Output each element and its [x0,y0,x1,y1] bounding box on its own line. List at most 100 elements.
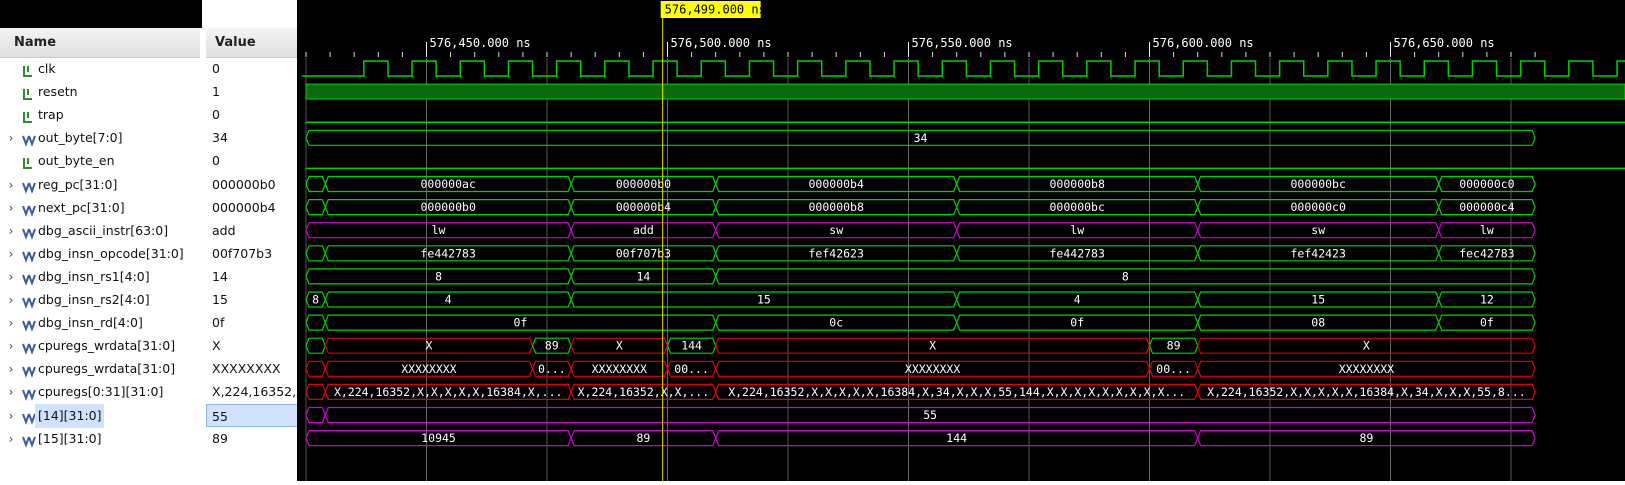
expand-chevron-icon[interactable]: › [6,404,16,428]
bus-value-label: 89 [1359,431,1373,445]
signal-row[interactable]: › dbg_insn_rs2[4:0] [0,288,200,312]
bus-value-label: X,224,16352,X,X,X,X,X,16384,X,34,X,X,X,5… [728,385,1185,399]
bit-signal-icon [22,62,34,77]
bus-value-label: 89 [636,431,650,445]
bus-value-label: X [929,339,936,353]
signal-row[interactable]: › cpuregs_wrdata[31:0] [0,357,200,381]
value-row[interactable]: 0 [206,149,301,173]
signal-row[interactable]: out_byte_en [0,149,200,173]
bus-value-label: 000000b8 [1050,177,1105,191]
bus-value-label: 4 [1074,293,1081,307]
expand-chevron-icon[interactable]: › [6,265,16,289]
wave-row-8: fe442783 00f707b3 fef42623 fe442783 fef42423… [305,245,1536,262]
wave-row-7: lw add sw lw sw lw [305,222,1536,239]
bus-value-label: 15 [1311,293,1325,307]
signal-value: 0f [212,315,225,331]
signal-value: XXXXXXXX [212,361,281,377]
name-column-header[interactable]: Name [0,28,200,58]
expand-chevron-icon[interactable]: › [6,288,16,312]
value-row[interactable]: 34 [206,126,301,150]
clock-waveform [302,60,1625,77]
waveform-panel[interactable]: 576,450.000 ns 576,500.000 ns 576,550.000 … [302,0,1625,481]
signal-row[interactable]: › [14][31:0] [0,403,200,428]
signal-value: 000000b0 [212,176,276,192]
ruler-label: 576,500.000 ns [671,36,772,50]
signal-name: out_byte_en [38,153,115,169]
bus-value-label: sw [1311,223,1325,237]
expand-chevron-icon[interactable]: › [6,427,16,451]
expand-chevron-icon[interactable]: › [6,334,16,358]
bus-value-label: X,224,16352,X,X,X,X,X,16384,X,... [334,385,562,399]
value-row[interactable]: 000000b0 [206,173,301,197]
signal-row[interactable]: › dbg_insn_opcode[31:0] [0,242,200,266]
bus-value-label: XXXXXXXX [592,362,647,376]
wave-row-11: 0f 0c 0f 08 0f [305,314,1536,331]
value-row[interactable]: 0f [206,311,301,335]
bus-value-label: 000000b4 [809,177,864,191]
signal-name: clk [38,61,56,76]
value-column-header[interactable]: Value [206,28,303,58]
value-row[interactable]: 89 [206,427,301,451]
signal-name: resetn [38,84,78,100]
signal-value: 1 [212,84,220,100]
ruler-label: 576,450.000 ns [430,36,531,50]
signal-row[interactable]: › reg_pc[31:0] [0,173,200,197]
expand-chevron-icon[interactable]: › [6,196,16,220]
bus-signal-icon [22,362,36,379]
signal-row[interactable]: resetn [0,80,200,104]
expand-chevron-icon[interactable]: › [6,219,16,243]
signal-row[interactable]: clk [0,57,200,81]
expand-chevron-icon[interactable]: › [6,126,16,150]
value-row[interactable]: 55 [206,403,301,428]
value-row[interactable]: X [206,334,301,358]
expand-chevron-icon[interactable]: › [6,173,16,197]
signal-row[interactable]: › cpuregs_wrdata[31:0] [0,334,200,358]
signal-name: dbg_insn_rs2[4:0] [38,292,150,307]
wave-row-9: 8 14 8 [305,268,1536,285]
bus-value-label: fe442783 [1050,246,1105,260]
bus-value-label: 4 [445,293,452,307]
value-row[interactable]: add [206,219,301,243]
signal-row[interactable]: › next_pc[31:0] [0,196,200,220]
signal-name: [14][31:0] [35,403,105,428]
value-row[interactable]: 0 [206,103,301,127]
signal-name: dbg_insn_opcode[31:0] [38,245,184,261]
signal-row[interactable]: › dbg_ascii_instr[63:0] [0,219,200,243]
value-row[interactable]: X,224,16352,X,X, [206,380,321,404]
value-row[interactable]: 00f707b3 [206,242,301,266]
value-column: Value 0 1 0 34 0 000000b0 000000b4 add 00f707b3 1… [206,0,321,481]
value-header-label: Value [215,35,256,50]
bus-value-label: 000000b0 [420,200,475,214]
value-row[interactable]: 1 [206,80,301,104]
signal-row[interactable]: › dbg_insn_rs1[4:0] [0,265,200,289]
value-row[interactable]: 15 [206,288,301,312]
bus-value-label: 8 [1122,269,1129,283]
expand-chevron-icon[interactable]: › [6,380,16,404]
value-row[interactable]: XXXXXXXX [206,357,301,381]
wave-row-10: 8 4 15 4 15 12 [305,291,1536,308]
bit-signal-icon [22,85,34,101]
bus-value-label: 00... [674,362,709,376]
value-row[interactable]: 0 [206,57,301,81]
bus-value-label: XXXXXXXX [401,362,456,376]
waveform-canvas[interactable]: 576,450.000 ns 576,500.000 ns 576,550.000 … [302,0,1625,481]
bus-signal-icon [22,270,36,286]
expand-chevron-icon[interactable]: › [6,357,16,381]
signal-value: 00f707b3 [212,245,273,261]
signal-row[interactable]: › dbg_insn_rd[4:0] [0,311,200,335]
signal-row[interactable]: trap [0,103,200,127]
signal-row[interactable]: › cpuregs[0:31][31:0] [0,380,200,404]
bus-signal-icon [22,131,36,148]
expand-chevron-icon[interactable]: › [6,242,16,266]
signal-name: next_pc[31:0] [38,199,125,215]
bus-value-label: 55 [923,408,937,422]
value-row[interactable]: 14 [206,265,301,289]
signal-row[interactable]: › out_byte[7:0] [0,126,200,150]
value-row[interactable]: 000000b4 [206,196,301,220]
bus-signal-icon [22,339,36,356]
signal-row[interactable]: › [15][31:0] [0,427,200,451]
expand-chevron-icon[interactable]: › [6,311,16,335]
bus-value-label: lw [1480,223,1494,237]
bus-value-label: 15 [757,293,771,307]
bus-value-label: 000000c0 [1459,177,1514,191]
